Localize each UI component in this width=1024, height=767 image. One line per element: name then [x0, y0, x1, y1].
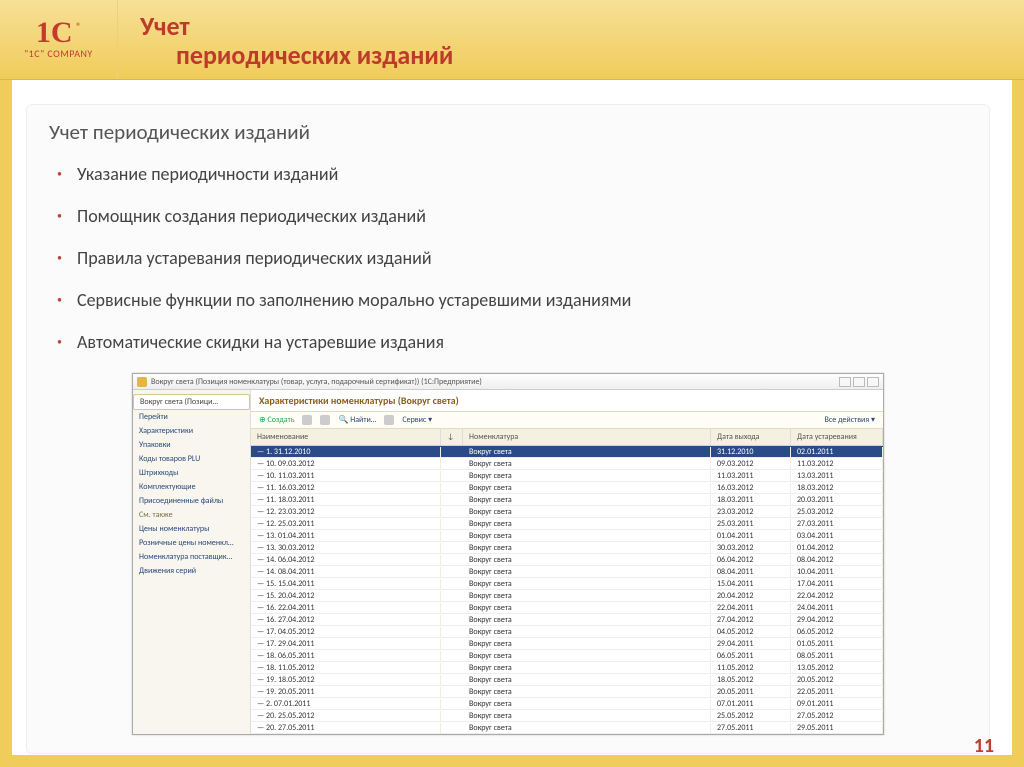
logo-brand: 1C — [36, 16, 73, 49]
main-title: Характеристики номенклатуры (Вокруг свет… — [251, 390, 883, 411]
app-icon — [137, 377, 147, 387]
sidebar-item[interactable]: Розничные цены номенкл… — [133, 536, 250, 550]
title-line2: периодических изданий — [176, 41, 1002, 70]
sidebar-item[interactable]: Присоединенные файлы — [133, 494, 250, 508]
slide-title: Учет периодических изданий — [118, 0, 1024, 79]
sidebar-item-selected[interactable]: Вокруг света (Позици… — [133, 394, 250, 410]
close-button[interactable] — [867, 377, 879, 387]
sidebar-item[interactable]: Комплектующие — [133, 480, 250, 494]
maximize-button[interactable] — [853, 377, 865, 387]
table-row[interactable]: — 20. 25.05.2012Вокруг света25.05.201227… — [251, 710, 883, 722]
content: Учет периодических изданий Указание пери… — [0, 80, 1024, 764]
table-row[interactable]: — 15. 20.04.2012Вокруг света20.04.201222… — [251, 590, 883, 602]
bullet-item: Автоматические скидки на устаревшие изда… — [77, 331, 967, 353]
sidebar-item[interactable]: Упаковки — [133, 438, 250, 452]
grid-header: Наименование ↓ Номенклатура Дата выхода … — [251, 429, 883, 446]
table-row[interactable]: — 2. 07.01.2011Вокруг света07.01.201109.… — [251, 698, 883, 710]
table-row[interactable]: — 17. 29.04.2011Вокруг света29.04.201101… — [251, 638, 883, 650]
table-row[interactable]: — 13. 01.04.2011Вокруг света01.04.201103… — [251, 530, 883, 542]
bullet-item: Сервисные функции по заполнению морально… — [77, 289, 967, 311]
service-button[interactable]: Сервис ▾ — [402, 415, 432, 425]
window-title: Вокруг света (Позиция номенклатуры (това… — [151, 377, 835, 387]
col-obsolete-date[interactable]: Дата устаревания — [791, 429, 883, 445]
title-line1: Учет — [140, 12, 1002, 41]
find-button[interactable]: 🔍 Найти… — [338, 415, 376, 425]
bullet-list: Указание периодичности изданий Помощник … — [49, 163, 967, 353]
sidebar-item[interactable]: Перейти — [133, 410, 250, 424]
window-buttons — [839, 377, 879, 387]
panel: Учет периодических изданий Указание пери… — [26, 104, 990, 754]
table-row[interactable]: — 20. 27.05.2011Вокруг света27.05.201129… — [251, 722, 883, 734]
bullet-item: Указание периодичности изданий — [77, 163, 967, 185]
sidebar-item[interactable]: Коды товаров PLU — [133, 452, 250, 466]
table-row[interactable]: — 13. 30.03.2012Вокруг света30.03.201201… — [251, 542, 883, 554]
table-row[interactable]: — 19. 18.05.2012Вокруг света18.05.201220… — [251, 674, 883, 686]
sidebar-item[interactable]: Номенклатура поставщик… — [133, 550, 250, 564]
edit-icon[interactable] — [320, 415, 330, 425]
col-sort[interactable]: ↓ — [441, 429, 463, 445]
table-row[interactable]: — 16. 22.04.2011Вокруг света22.04.201124… — [251, 602, 883, 614]
main-pane: Характеристики номенклатуры (Вокруг свет… — [251, 390, 883, 734]
table-row[interactable]: — 12. 25.03.2011Вокруг света25.03.201127… — [251, 518, 883, 530]
page-number: 11 — [974, 734, 994, 758]
section-title: Учет периодических изданий — [49, 119, 967, 145]
table-row[interactable]: — 18. 11.05.2012Вокруг света11.05.201213… — [251, 662, 883, 674]
logo-reg: ® — [76, 20, 81, 33]
table-row[interactable]: — 18. 06.05.2011Вокруг света06.05.201108… — [251, 650, 883, 662]
bullet-item: Правила устаревания периодических издани… — [77, 247, 967, 269]
col-nomenclature[interactable]: Номенклатура — [463, 429, 711, 445]
table-row[interactable]: — 14. 06.04.2012Вокруг света06.04.201208… — [251, 554, 883, 566]
logo: 1C ® "1C" COMPANY — [0, 0, 118, 79]
sidebar-item[interactable]: Цены номенклатуры — [133, 522, 250, 536]
copy-icon[interactable] — [302, 415, 312, 425]
sidebar-item[interactable]: Штрихкоды — [133, 466, 250, 480]
table-row[interactable]: — 16. 27.04.2012Вокруг света27.04.201229… — [251, 614, 883, 626]
bullet-item: Помощник создания периодических изданий — [77, 205, 967, 227]
table-row[interactable]: — 14. 08.04.2011Вокруг света08.04.201110… — [251, 566, 883, 578]
clear-icon[interactable] — [384, 415, 394, 425]
table-row[interactable]: — 15. 15.04.2011Вокруг света15.04.201117… — [251, 578, 883, 590]
table-row[interactable]: — 12. 23.03.2012Вокруг света23.03.201225… — [251, 506, 883, 518]
app-window: Вокруг света (Позиция номенклатуры (това… — [132, 373, 884, 735]
col-name[interactable]: Наименование — [251, 429, 441, 445]
col-release-date[interactable]: Дата выхода — [711, 429, 791, 445]
table-row[interactable]: — 10. 11.03.2011Вокруг света11.03.201113… — [251, 470, 883, 482]
sidebar-item[interactable]: Движения серий — [133, 564, 250, 578]
sidebar: Вокруг света (Позици… Перейти Характерис… — [133, 390, 251, 734]
table-row[interactable]: — 17. 04.05.2012Вокруг света04.05.201206… — [251, 626, 883, 638]
all-actions-button[interactable]: Все действия ▾ — [825, 415, 875, 425]
logo-company: "1C" COMPANY — [24, 47, 93, 60]
sidebar-item[interactable]: Характеристики — [133, 424, 250, 438]
minimize-button[interactable] — [839, 377, 851, 387]
table-row[interactable]: — 19. 20.05.2011Вокруг света20.05.201122… — [251, 686, 883, 698]
window-titlebar: Вокруг света (Позиция номенклатуры (това… — [133, 374, 883, 390]
create-button[interactable]: ⊕ Создать — [259, 415, 294, 425]
sidebar-group: См. также — [133, 508, 250, 522]
table-row[interactable]: — 11. 18.03.2011Вокруг света18.03.201120… — [251, 494, 883, 506]
grid-body: — 1. 31.12.2010Вокруг света31.12.201002.… — [251, 446, 883, 734]
toolbar: ⊕ Создать 🔍 Найти… Сервис ▾ Все действия… — [251, 411, 883, 429]
table-row[interactable]: — 1. 31.12.2010Вокруг света31.12.201002.… — [251, 446, 883, 458]
table-row[interactable]: — 10. 09.03.2012Вокруг света09.03.201211… — [251, 458, 883, 470]
header-band: 1C ® "1C" COMPANY Учет периодических изд… — [0, 0, 1024, 80]
table-row[interactable]: — 11. 16.03.2012Вокруг света16.03.201218… — [251, 482, 883, 494]
